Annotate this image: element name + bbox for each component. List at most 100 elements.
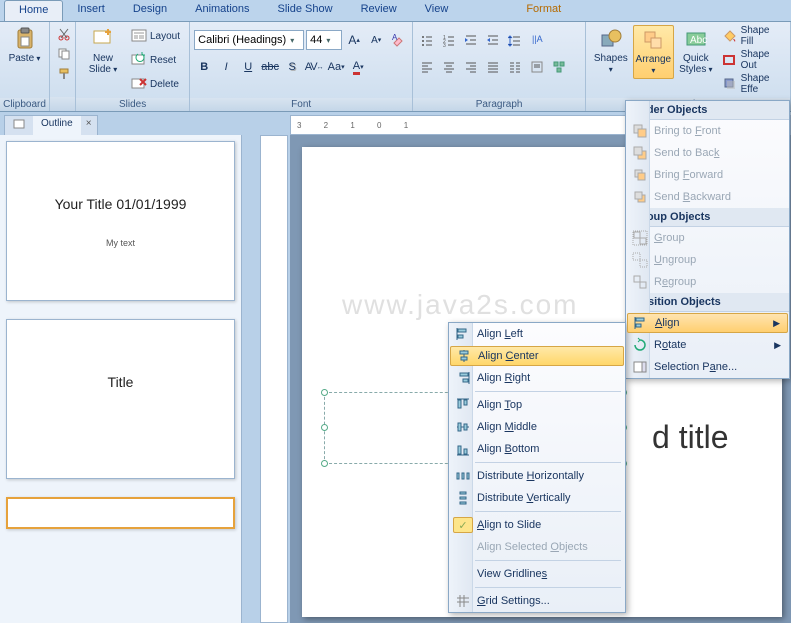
slide-thumbnails: Your Title 01/01/1999 My text Title xyxy=(0,135,242,623)
distribute-h-icon xyxy=(455,468,471,484)
bring-to-front-item[interactable]: Bring to Front xyxy=(626,120,789,142)
selection-pane-icon xyxy=(632,359,648,375)
justify-button[interactable] xyxy=(483,57,503,77)
align-to-slide-item[interactable]: ✓Align to Slide xyxy=(449,514,625,536)
distribute-h-item[interactable]: Distribute Horizontally xyxy=(449,465,625,487)
group-slides: New Slide Layout Reset Delete Slides xyxy=(76,22,190,111)
new-slide-button[interactable]: New Slide xyxy=(81,25,125,77)
align-right-item[interactable]: Align Right xyxy=(449,367,625,389)
align-middle-icon xyxy=(455,419,471,435)
dec-indent-icon xyxy=(464,33,478,47)
align-right-button[interactable] xyxy=(461,57,481,77)
format-painter-button[interactable] xyxy=(54,64,74,84)
send-back-icon xyxy=(632,145,648,161)
layout-icon xyxy=(131,28,147,44)
font-color-button[interactable]: A▾ xyxy=(348,57,368,77)
columns-button[interactable] xyxy=(505,57,525,77)
paste-button[interactable]: Paste xyxy=(3,25,47,66)
distribute-v-item[interactable]: Distribute Vertically xyxy=(449,487,625,509)
align-selected-item[interactable]: Align Selected Objects xyxy=(449,536,625,558)
layout-button[interactable]: Layout xyxy=(127,25,184,47)
regroup-item[interactable]: Regroup xyxy=(626,271,789,293)
grid-settings-item[interactable]: Grid Settings... xyxy=(449,590,625,612)
quick-styles-icon: Abc xyxy=(684,27,708,51)
tab-home[interactable]: Home xyxy=(4,0,63,21)
selection-pane-item[interactable]: Selection Pane... xyxy=(626,356,789,378)
dec-indent-button[interactable] xyxy=(461,30,481,50)
delete-button[interactable]: Delete xyxy=(127,73,184,95)
underline-button[interactable]: U xyxy=(238,57,258,77)
send-backward-item[interactable]: Send Backward xyxy=(626,186,789,208)
tab-insert[interactable]: Insert xyxy=(63,0,119,21)
italic-button[interactable]: I xyxy=(216,57,236,77)
align-center-button[interactable] xyxy=(439,57,459,77)
group-font: Calibri (Headings)▾ 44▾ A▴ A▾ A B I U ab… xyxy=(190,22,413,111)
align-top-item[interactable]: Align Top xyxy=(449,394,625,416)
bold-button[interactable]: B xyxy=(194,57,214,77)
thumbnail-3[interactable] xyxy=(6,497,235,529)
ribbon: Paste Clipboard New Slide Layout Reset D… xyxy=(0,22,791,112)
align-center-item[interactable]: Align Center xyxy=(450,346,624,366)
shape-fill-button[interactable]: Shape Fill xyxy=(718,25,785,47)
tab-slideshow[interactable]: Slide Show xyxy=(264,0,347,21)
strike-button[interactable]: abc xyxy=(260,57,280,77)
pane-close-button[interactable]: × xyxy=(81,116,97,135)
tab-view[interactable]: View xyxy=(411,0,463,21)
align-item[interactable]: Align▶ xyxy=(627,313,788,333)
clear-format-button[interactable]: A xyxy=(388,30,408,50)
ruler-vertical xyxy=(260,135,288,623)
inc-indent-button[interactable] xyxy=(483,30,503,50)
grid-settings-icon xyxy=(455,593,471,609)
align-middle-item[interactable]: Align Middle xyxy=(449,416,625,438)
copy-button[interactable] xyxy=(54,44,74,64)
shadow-button[interactable]: S xyxy=(282,57,302,77)
grow-font-button[interactable]: A▴ xyxy=(344,30,364,50)
pane-tab-slides-icon[interactable] xyxy=(5,116,33,135)
cut-button[interactable] xyxy=(54,24,74,44)
shape-fill-icon xyxy=(722,28,738,44)
align-bottom-item[interactable]: Align Bottom xyxy=(449,438,625,460)
bullets-button[interactable] xyxy=(417,30,437,50)
shape-effects-button[interactable]: Shape Effe xyxy=(718,73,785,95)
group-paragraph: 123 ||A Paragraph xyxy=(413,22,586,111)
numbering-button[interactable]: 123 xyxy=(439,30,459,50)
pane-tab-outline[interactable]: Outline xyxy=(33,116,81,135)
group-item[interactable]: Group xyxy=(626,227,789,249)
arrange-group-header: Group Objects xyxy=(626,208,789,227)
shrink-font-button[interactable]: A▾ xyxy=(366,30,386,50)
bring-forward-item[interactable]: Bring Forward xyxy=(626,164,789,186)
arrange-button[interactable]: Arrange xyxy=(633,25,675,79)
tab-design[interactable]: Design xyxy=(119,0,181,21)
font-name-combo[interactable]: Calibri (Headings)▾ xyxy=(194,30,304,50)
tab-review[interactable]: Review xyxy=(347,0,411,21)
convert-smartart-button[interactable] xyxy=(549,57,569,77)
shape-outline-button[interactable]: Shape Out xyxy=(718,49,785,71)
svg-text:||A: ||A xyxy=(532,34,543,44)
tab-format[interactable]: Format xyxy=(512,0,575,21)
line-spacing-button[interactable] xyxy=(505,30,525,50)
change-case-button[interactable]: Aa▾ xyxy=(326,57,346,77)
slide-title-text[interactable]: d title xyxy=(652,419,728,456)
font-size-combo[interactable]: 44▾ xyxy=(306,30,342,50)
view-gridlines-item[interactable]: View Gridlines xyxy=(449,563,625,585)
rotate-icon xyxy=(632,337,648,353)
svg-text:Abc: Abc xyxy=(690,35,707,46)
char-spacing-button[interactable]: AV↔ xyxy=(304,57,324,77)
send-to-back-item[interactable]: Send to Back xyxy=(626,142,789,164)
rotate-item[interactable]: Rotate▶ xyxy=(626,334,789,356)
ungroup-item[interactable]: Ungroup xyxy=(626,249,789,271)
bring-forward-icon xyxy=(632,167,648,183)
svg-text:A: A xyxy=(392,33,398,42)
align-top-icon xyxy=(455,397,471,413)
text-direction-button[interactable]: ||A xyxy=(527,30,547,50)
quick-styles-button[interactable]: Abc Quick Styles xyxy=(676,25,715,77)
tab-animations[interactable]: Animations xyxy=(181,0,263,21)
thumbnail-2[interactable]: Title xyxy=(6,319,235,479)
thumbnail-1[interactable]: Your Title 01/01/1999 My text xyxy=(6,141,235,301)
align-left-item[interactable]: Align Left xyxy=(449,323,625,345)
align-text-button[interactable] xyxy=(527,57,547,77)
align-left-button[interactable] xyxy=(417,57,437,77)
reset-button[interactable]: Reset xyxy=(127,49,184,71)
regroup-icon xyxy=(632,274,648,290)
shapes-button[interactable]: Shapes xyxy=(591,25,630,77)
